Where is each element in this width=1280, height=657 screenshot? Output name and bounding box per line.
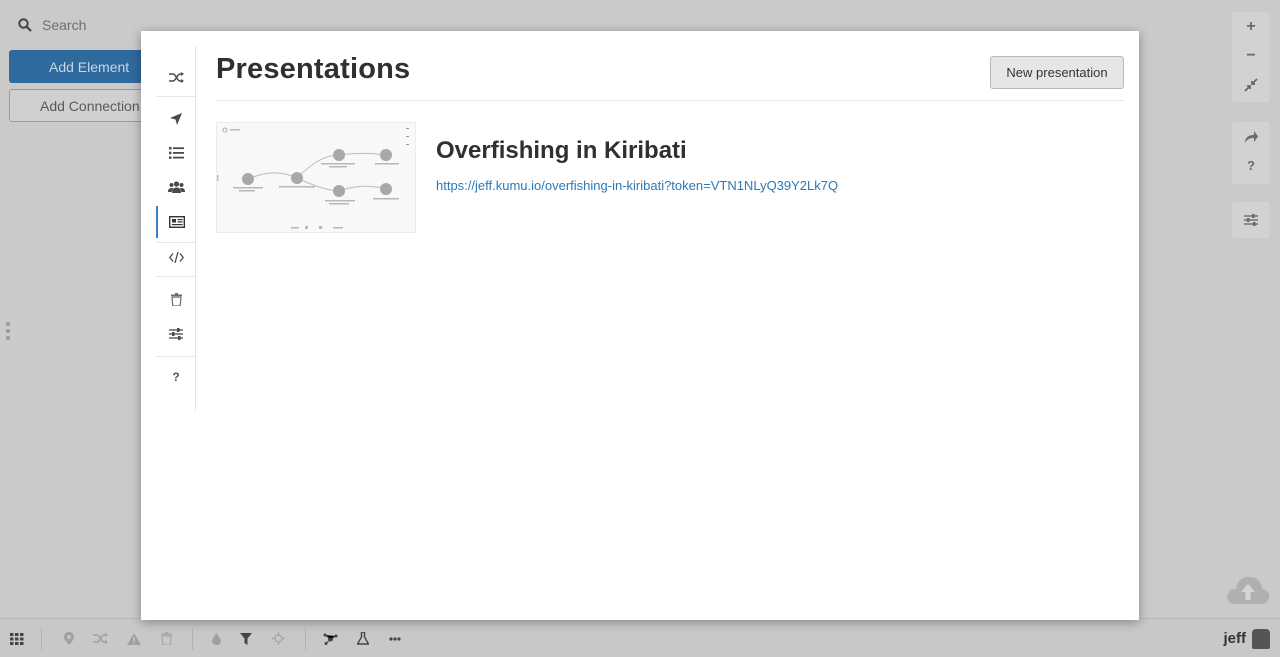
- presentation-thumbnail[interactable]: [216, 122, 416, 233]
- sliders-icon: [169, 328, 183, 340]
- location-pin-icon: [64, 632, 74, 645]
- nav-item-navigate[interactable]: [156, 108, 196, 130]
- trash-icon: [170, 292, 182, 306]
- crosshair-icon: [271, 632, 285, 645]
- color-drop-button[interactable]: [203, 619, 229, 657]
- location-pin-button[interactable]: [56, 619, 82, 657]
- warning-button[interactable]: [121, 619, 147, 657]
- avatar: [1252, 628, 1270, 649]
- nav-item-trash[interactable]: [156, 288, 196, 310]
- filter-button[interactable]: [233, 619, 259, 657]
- flask-icon: [357, 632, 369, 645]
- list-icon: [168, 147, 184, 159]
- help-icon: ?: [172, 370, 180, 384]
- zoom-out-button[interactable]: −: [1232, 41, 1270, 70]
- nav-item-help[interactable]: ?: [156, 366, 196, 388]
- delete-button[interactable]: [153, 619, 179, 657]
- sliders-icon: [1244, 214, 1258, 226]
- more-dots-icon: [389, 636, 401, 641]
- nav-item-connections[interactable]: [156, 66, 196, 88]
- presentation-icon: [169, 216, 185, 228]
- nav-item-people[interactable]: [156, 176, 196, 198]
- warning-icon: [127, 632, 141, 645]
- cloud-upload-icon[interactable]: [1224, 570, 1272, 606]
- user-menu[interactable]: jeff: [1223, 619, 1270, 657]
- presentation-title[interactable]: Overfishing in Kiribati: [436, 137, 687, 165]
- shuffle-button[interactable]: [87, 619, 113, 657]
- focus-button[interactable]: [265, 619, 291, 657]
- nav-item-presentations[interactable]: [156, 206, 196, 238]
- zoom-controls: + −: [1232, 12, 1270, 102]
- nav-item-embed[interactable]: [156, 246, 196, 268]
- more-button[interactable]: [382, 619, 408, 657]
- lab-button[interactable]: [350, 619, 376, 657]
- shuffle-icon: [92, 633, 108, 644]
- nav-item-list[interactable]: [156, 142, 196, 164]
- code-icon: [168, 251, 184, 263]
- bottom-toolbar: jeff: [0, 618, 1280, 657]
- page-title: Presentations: [216, 53, 411, 85]
- search-placeholder: Search: [42, 17, 87, 33]
- zoom-in-button[interactable]: +: [1232, 12, 1270, 41]
- help-button[interactable]: ?: [1232, 151, 1270, 180]
- trash-icon: [160, 632, 172, 645]
- grid-icon: [10, 632, 24, 645]
- presentations-modal: ? Presentations New presentation Overfis…: [141, 31, 1139, 620]
- people-icon: [167, 181, 185, 193]
- clustering-button[interactable]: [317, 619, 343, 657]
- presentation-link[interactable]: https://jeff.kumu.io/overfishing-in-kiri…: [436, 178, 838, 193]
- new-presentation-button[interactable]: New presentation: [990, 56, 1124, 89]
- navigation-arrow-icon: [170, 113, 182, 125]
- shuffle-icon: [168, 71, 184, 83]
- modal-side-nav: ?: [156, 46, 196, 411]
- user-name: jeff: [1223, 630, 1247, 647]
- settings-button[interactable]: [1232, 202, 1270, 238]
- fit-view-button[interactable]: [1232, 70, 1270, 99]
- settings-controls: [1232, 202, 1270, 238]
- divider: [216, 100, 1124, 101]
- filter-icon: [240, 632, 252, 645]
- share-arrow-icon: [1245, 130, 1258, 143]
- share-help-controls: ?: [1232, 122, 1270, 184]
- grid-menu-button[interactable]: [4, 619, 30, 657]
- compress-icon: [1244, 77, 1258, 92]
- sidebar-resize-handle[interactable]: [6, 322, 10, 340]
- nav-item-settings[interactable]: [156, 323, 196, 345]
- cluster-icon: [323, 633, 337, 645]
- search-icon: [18, 18, 32, 32]
- share-button[interactable]: [1232, 122, 1270, 151]
- drop-icon: [211, 632, 221, 645]
